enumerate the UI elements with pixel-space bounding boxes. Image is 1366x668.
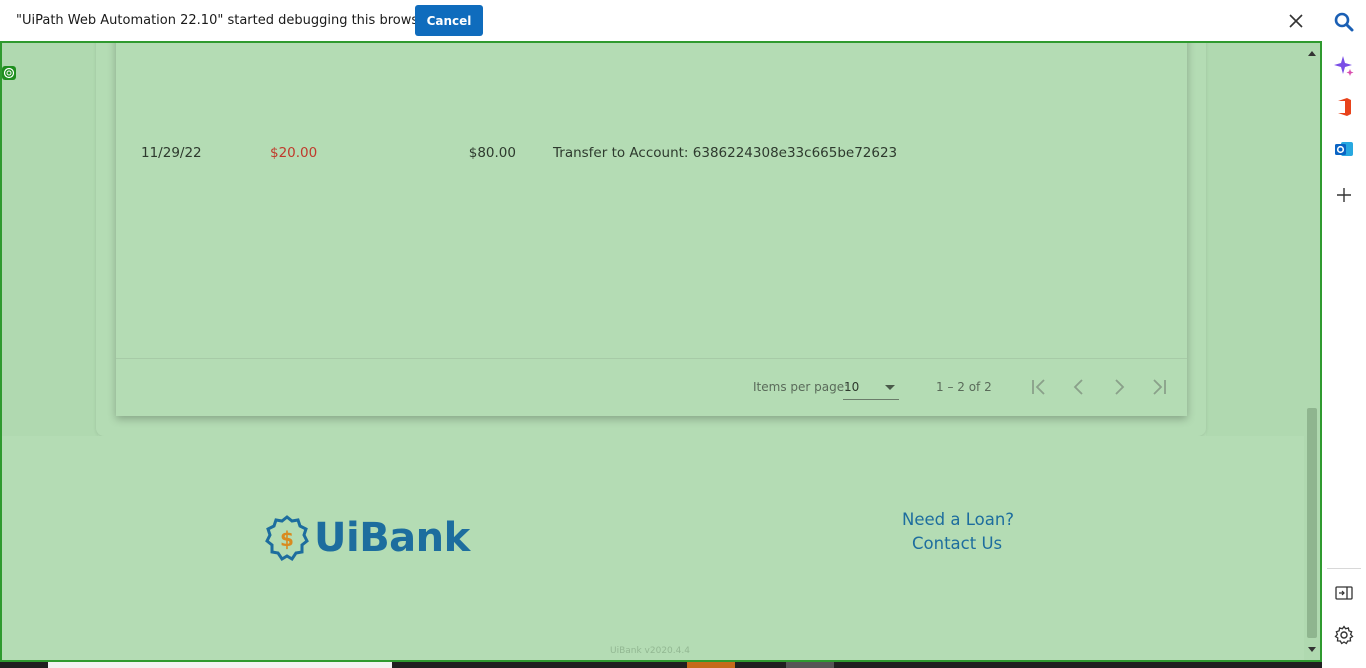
cancel-debug-button[interactable]: Cancel — [415, 5, 483, 36]
page-scrollbar[interactable] — [1304, 43, 1320, 660]
page-range-label: 1 – 2 of 2 — [936, 380, 992, 394]
taskbar-app[interactable] — [687, 662, 735, 668]
browser-window: "UiPath Web Automation 22.10" started de… — [0, 0, 1366, 668]
scroll-thumb[interactable] — [1307, 408, 1317, 638]
dollar-badge-icon: $ — [265, 515, 309, 562]
table-row[interactable]: 11/29/22 $20.00 $80.00 Transfer to Accou… — [116, 123, 1187, 183]
page-viewport: 11/29/22 $20.00 $80.00 Transfer to Accou… — [0, 41, 1322, 662]
items-per-page-select[interactable]: 10 — [843, 372, 899, 400]
outlook-icon[interactable] — [1333, 138, 1355, 160]
first-page-icon[interactable] — [1028, 376, 1050, 398]
search-icon[interactable] — [1333, 11, 1355, 33]
copilot-icon[interactable] — [1333, 54, 1355, 76]
transaction-balance: $80.00 — [468, 145, 516, 161]
sidebar-divider — [1327, 568, 1361, 569]
table-paginator: Items per page: 10 1 – 2 of 2 — [116, 358, 1187, 416]
taskbar-active-window[interactable] — [48, 662, 392, 668]
debug-infobar: "UiPath Web Automation 22.10" started de… — [0, 0, 1320, 41]
page-left-margin — [2, 43, 98, 436]
brand-name: UiBank — [314, 515, 470, 561]
debug-target-icon — [2, 66, 16, 80]
scroll-up-icon[interactable] — [1308, 51, 1316, 56]
taskbar-app[interactable] — [786, 662, 834, 668]
transaction-debit: $20.00 — [270, 145, 318, 161]
transaction-date: 11/29/22 — [141, 145, 202, 161]
add-icon[interactable] — [1333, 184, 1355, 206]
close-icon[interactable] — [1286, 11, 1306, 31]
transactions-table: 11/29/22 $20.00 $80.00 Transfer to Accou… — [116, 43, 1187, 416]
uibank-logo[interactable]: $ UiBank — [264, 514, 474, 562]
app-version: UiBank v2020.4.4 — [610, 646, 690, 656]
scroll-down-icon[interactable] — [1308, 647, 1316, 652]
settings-icon[interactable] — [1333, 624, 1355, 646]
transaction-description: Transfer to Account: 6386224308e33c665be… — [553, 145, 898, 161]
chevron-down-icon — [885, 385, 895, 390]
items-per-page-label: Items per page: — [753, 380, 849, 394]
debug-message: "UiPath Web Automation 22.10" started de… — [16, 13, 432, 28]
previous-page-icon[interactable] — [1068, 376, 1090, 398]
next-page-icon[interactable] — [1108, 376, 1130, 398]
split-screen-icon[interactable] — [1333, 582, 1355, 604]
page-right-margin — [1206, 43, 1306, 436]
items-per-page-value: 10 — [844, 380, 860, 394]
last-page-icon[interactable] — [1148, 376, 1170, 398]
taskbar — [0, 662, 1322, 668]
page-footer: $ UiBank Need a Loan? Contact Us UiBank … — [2, 436, 1304, 660]
office-icon[interactable] — [1333, 96, 1355, 118]
browser-sidebar — [1322, 0, 1366, 668]
need-a-loan-link[interactable]: Need a Loan? — [902, 510, 1014, 529]
contact-us-link[interactable]: Contact Us — [912, 534, 1002, 553]
svg-text:$: $ — [280, 527, 294, 551]
